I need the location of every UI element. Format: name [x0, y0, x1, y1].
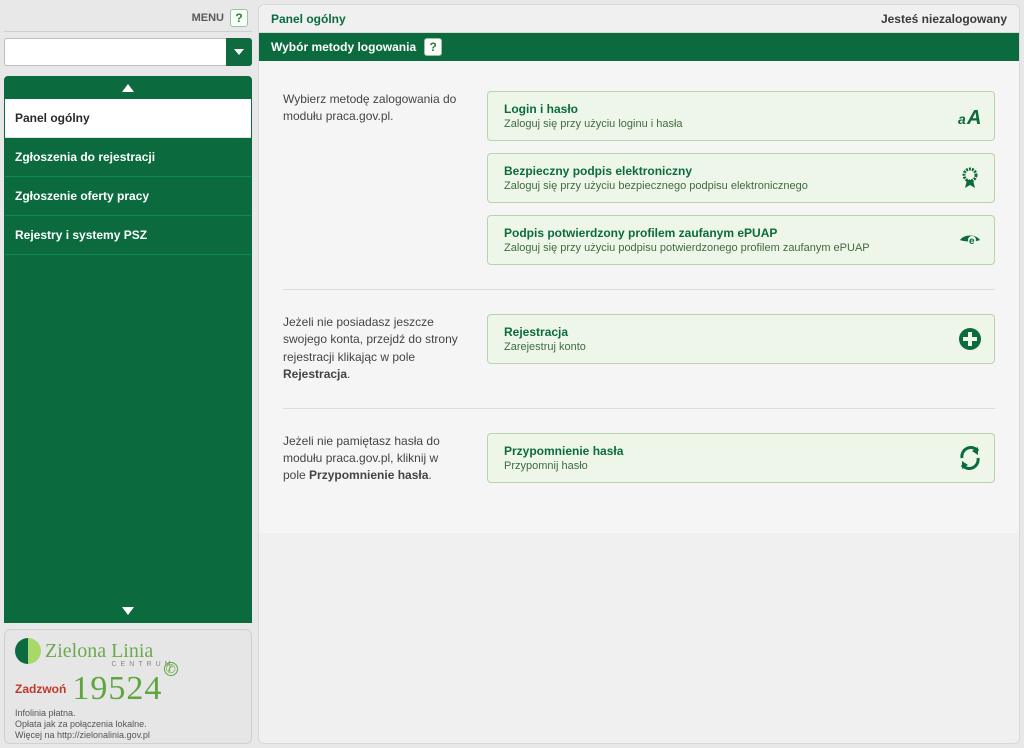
menu-label[interactable]: MENU [192, 12, 224, 24]
svg-text:e: e [969, 236, 975, 247]
section-register: Jeżeli nie posiadasz jeszcze swojego kon… [283, 290, 995, 409]
option-subtitle: Zaloguj się przy użyciu podpisu potwierd… [504, 242, 944, 254]
promo-call-label: Zadzwoń [15, 682, 66, 696]
content-header: Panel ogólny Jesteś niezalogowany [259, 5, 1019, 33]
option-subtitle: Zarejestruj konto [504, 341, 944, 353]
nav-scroll-down[interactable] [5, 600, 251, 622]
promo-line2: Opłata jak za połączenia lokalne. [15, 719, 241, 730]
help-icon[interactable]: ? [424, 38, 442, 56]
option-forgot-password[interactable]: Przypomnienie hasła Przypomnij hasło [487, 433, 995, 483]
subheader-title: Wybór metody logowania [271, 40, 416, 54]
promo-title: Zielona Linia [45, 640, 153, 663]
sidebar-item-rejestry-psz[interactable]: Rejestry i systemy PSZ [5, 216, 251, 255]
nav-filler [5, 350, 251, 601]
search-dropdown-button[interactable] [226, 38, 252, 66]
epuap-icon: e [958, 228, 982, 252]
sidebar-item-zgloszenie-oferty[interactable]: Zgłoszenie oferty pracy [5, 177, 251, 216]
search-input[interactable] [4, 38, 226, 66]
option-title: Podpis potwierdzony profilem zaufanym eP… [504, 226, 944, 240]
option-login-password[interactable]: Login i hasło Zaloguj się przy użyciu lo… [487, 91, 995, 141]
help-icon[interactable]: ? [230, 9, 248, 27]
content-subheader: Wybór metody logowania ? [259, 33, 1019, 61]
option-title: Login i hasło [504, 102, 944, 116]
option-epuap[interactable]: Podpis potwierdzony profilem zaufanym eP… [487, 215, 995, 265]
top-menu-bar: MENU ? [4, 4, 252, 32]
search-row [4, 38, 252, 66]
certificate-icon [958, 166, 982, 190]
login-status: Jesteś niezalogowany [881, 12, 1007, 26]
option-title: Rejestracja [504, 325, 944, 339]
option-electronic-signature[interactable]: Bezpieczny podpis elektroniczny Zaloguj … [487, 153, 995, 203]
option-subtitle: Przypomnij hasło [504, 460, 944, 472]
sidebar-item-zgloszenia-rejestracji[interactable]: Zgłoszenia do rejestracji [5, 138, 251, 177]
refresh-icon [958, 446, 982, 470]
option-register[interactable]: Rejestracja Zarejestruj konto [487, 314, 995, 364]
nav-scroll-up[interactable] [5, 77, 251, 99]
sidebar-item-panel-ogolny[interactable]: Panel ogólny [5, 99, 251, 138]
text-size-icon: aA [958, 104, 982, 128]
page-title: Panel ogólny [271, 12, 346, 26]
promo-line1: Infolinia płatna. [15, 708, 241, 719]
promo-logo-icon [15, 638, 41, 664]
svg-text:a: a [958, 111, 966, 127]
section-login-method: Wybierz metodę zalogowania do modułu pra… [283, 85, 995, 290]
promo-number: 19524✆ [72, 670, 178, 708]
option-title: Bezpieczny podpis elektroniczny [504, 164, 944, 178]
option-subtitle: Zaloguj się przy użyciu bezpiecznego pod… [504, 180, 944, 192]
phone-icon: ✆ [164, 662, 178, 676]
promo-line3: Więcej na http://zielonalinia.gov.pl [15, 730, 241, 741]
section-desc: Wybierz metodę zalogowania do modułu pra… [283, 91, 463, 265]
section-forgot-password: Jeżeli nie pamiętasz hasła do modułu pra… [283, 409, 995, 509]
section-desc: Jeżeli nie pamiętasz hasła do modułu pra… [283, 433, 463, 485]
promo-box: Zielona Linia CENTRUM Zadzwoń 19524✆ Inf… [4, 629, 252, 744]
option-subtitle: Zaloguj się przy użyciu loginu i hasła [504, 118, 944, 130]
plus-circle-icon [958, 327, 982, 351]
section-desc: Jeżeli nie posiadasz jeszcze swojego kon… [283, 314, 463, 384]
option-title: Przypomnienie hasła [504, 444, 944, 458]
sidebar-nav: Panel ogólny Zgłoszenia do rejestracji Z… [4, 76, 252, 623]
svg-text:A: A [966, 107, 981, 128]
